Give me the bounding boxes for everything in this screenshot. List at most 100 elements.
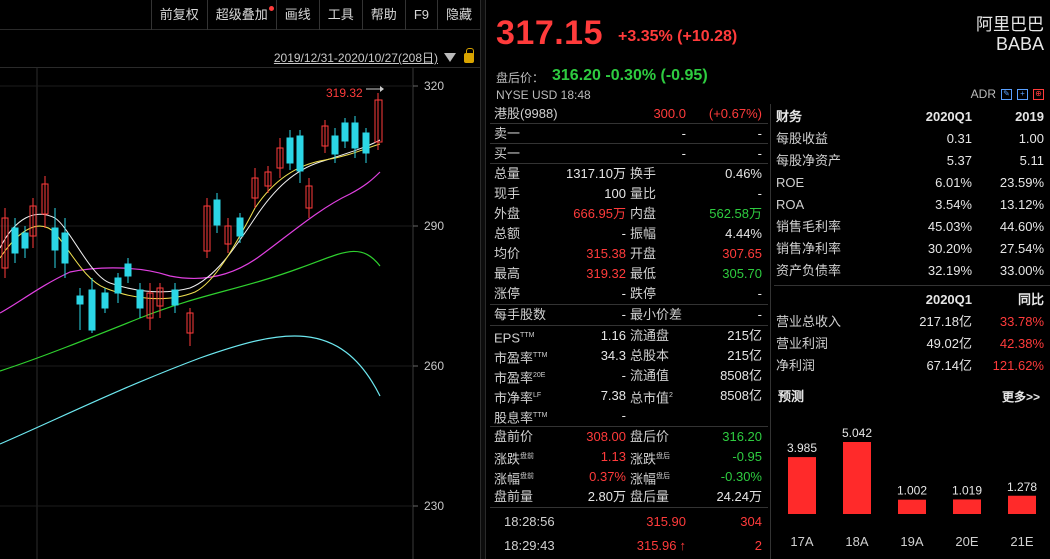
forecast-category-label: 20E: [955, 534, 978, 549]
finance-value1: 67.14亿: [926, 358, 972, 373]
toolbar-f9-button[interactable]: F9: [404, 0, 437, 30]
ma-white-line: [0, 139, 381, 293]
trade-row: 18:28:56 315.90 304: [490, 510, 768, 534]
finance-label: 每股收益: [776, 131, 829, 146]
ma-yellow-line: [0, 143, 381, 300]
forecast-bar: [788, 457, 816, 514]
stat-label2: 跌停: [630, 286, 657, 301]
stat-label1: 总量: [494, 166, 521, 181]
stock-name: 阿里巴巴: [976, 15, 1044, 34]
toolbar-overlay-button[interactable]: 超级叠加: [206, 0, 276, 30]
extended-label1-sup: 盘前: [520, 453, 535, 460]
stat-value1: -: [621, 286, 626, 301]
valuation-label1-sup: TTM: [520, 332, 535, 339]
hk-row[interactable]: 港股(9988) 300.0 (+0.67%): [490, 104, 768, 124]
stat-value1: -: [621, 226, 626, 241]
candlestick-plot[interactable]: [0, 68, 480, 559]
toolbar-hide-button[interactable]: 隐藏: [436, 0, 480, 30]
notification-dot: [268, 5, 274, 11]
stat-row: 涨停 - 跌停 -: [490, 284, 768, 304]
valuation-label1: 市净率LF: [494, 390, 542, 406]
hk-change: (+0.67%): [708, 106, 762, 121]
finance-value1: 0.31: [946, 131, 972, 146]
bid1-price: -: [681, 146, 686, 161]
finance-value2: 1.00: [1018, 131, 1044, 146]
finance-rows: 每股收益 0.31 1.00 每股净资产 5.37 5.11 ROE 6.01% 23.59% R…: [774, 128, 1050, 282]
date-range-link[interactable]: 2019/12/31-2020/10/27(208日): [274, 49, 438, 66]
valuation-row: 市净率LF 7.38 总市值2 8508亿: [490, 386, 768, 406]
stat-label1: 涨停: [494, 286, 521, 301]
alert-icon[interactable]: ⊕: [1033, 88, 1044, 100]
toolbar-fuquan-button[interactable]: 前复权: [150, 0, 207, 30]
forecast-category-label: 21E: [1010, 534, 1033, 549]
extended-label1: 涨跌盘前: [494, 451, 535, 467]
pane-splitter[interactable]: [480, 0, 486, 559]
valuation-label2: 总市值2: [630, 390, 673, 406]
adr-toolbar: ADR ✎ + ⊕: [971, 87, 1044, 101]
valuation-label1-sup: TTM: [533, 352, 548, 359]
extended-label2: 盘后价: [630, 429, 670, 444]
finance-value1: 30.20%: [927, 241, 972, 256]
stat-label1: 均价: [494, 246, 521, 261]
forecast-category-label: 19A: [900, 534, 923, 549]
stat-value1: 315.38: [586, 246, 626, 261]
forecast-more-link[interactable]: 更多>>: [1002, 388, 1040, 405]
valuation-label1: EPSTTM: [494, 330, 535, 346]
stat-label2: 开盘: [630, 246, 657, 261]
forecast-value-label: 1.278: [1007, 480, 1037, 494]
valuation-row: 市盈率TTM 34.3 总股本 215亿: [490, 346, 768, 366]
stat-row: 现手 100 量比 -: [490, 184, 768, 204]
toolbar-help-button[interactable]: 帮助: [361, 0, 405, 30]
candles: [1, 93, 383, 346]
ask1-row: 卖一 - -: [490, 124, 768, 144]
ask1-label: 卖一: [494, 126, 521, 141]
forecast-bar: [953, 499, 981, 514]
edit-icon[interactable]: ✎: [1001, 88, 1012, 100]
extended-label1: 盘前量: [494, 489, 534, 504]
trades-block: 18:28:56 315.90 304 18:29:43 315.96 ↑ 2: [490, 508, 768, 558]
extended-label1: 盘前价: [494, 429, 534, 444]
stats2-block: 每手股数 - 最小价差 -: [490, 305, 768, 326]
finance-value1: 217.18亿: [919, 314, 972, 329]
finance-header-row: 财务 2020Q1 2019: [774, 106, 1050, 128]
finance-row: 资产负债率 32.19% 33.00%: [774, 260, 1050, 282]
toolbar-tools-button[interactable]: 工具: [318, 0, 362, 30]
toolbar-draw-button[interactable]: 画线: [275, 0, 319, 30]
price-change: +3.35% (+10.28): [618, 28, 738, 45]
stat-value2: 0.46%: [725, 166, 762, 181]
finance-label: 销售净利率: [776, 241, 842, 256]
hk-price: 300.0: [653, 106, 686, 121]
finance-label: 营业总收入: [776, 314, 842, 329]
valuation-label2-sup: 2: [669, 392, 673, 399]
valuation-label1: 股息率TTM: [494, 410, 548, 426]
stat-value1: 666.95万: [573, 206, 626, 221]
forecast-bar: [843, 442, 871, 514]
extended-value1: 1.13: [600, 449, 626, 464]
valuation-value1: 7.38: [600, 388, 626, 403]
valuation-label2: [626, 406, 686, 425]
extended-label2: 涨幅盘后: [630, 471, 671, 487]
stat-value2: -: [757, 186, 762, 201]
valuation-value2: 8508亿: [720, 368, 762, 383]
finance-row: 营业利润 49.02亿 42.38%: [774, 333, 1050, 355]
forecast-title: 预测: [778, 389, 805, 404]
finance-title: 财务: [776, 109, 803, 124]
finance-label: 资产负债率: [776, 263, 842, 278]
high-price-label: 319.32: [326, 86, 363, 100]
extended-label2: 盘后量: [630, 489, 670, 504]
range-dropdown-icon[interactable]: [444, 53, 456, 62]
extended-row: 涨幅盘前 0.37% 涨幅盘后 -0.30%: [490, 467, 768, 487]
after-hours-value: 316.20 -0.30% (-0.95): [552, 67, 708, 84]
extended-value2: 24.24万: [716, 489, 762, 504]
extended-value2: -0.95: [732, 449, 762, 464]
extended-value1: 0.37%: [589, 469, 626, 484]
finance-header2-row: 2020Q1 同比: [774, 289, 1050, 311]
trade-time: 18:28:56: [504, 514, 555, 529]
add-icon[interactable]: +: [1017, 88, 1028, 100]
kline-chart-pane[interactable]: 前复权 超级叠加 画线 工具 帮助 F9 隐藏 2019/12/31-2020/…: [0, 0, 480, 559]
lock-icon[interactable]: [464, 47, 474, 63]
finance-value2: 121.62%: [992, 358, 1044, 373]
forecast-value-label: 5.042: [842, 426, 872, 440]
finance-label: 净利润: [776, 358, 816, 373]
finance-col1: 2020Q1: [925, 109, 972, 124]
